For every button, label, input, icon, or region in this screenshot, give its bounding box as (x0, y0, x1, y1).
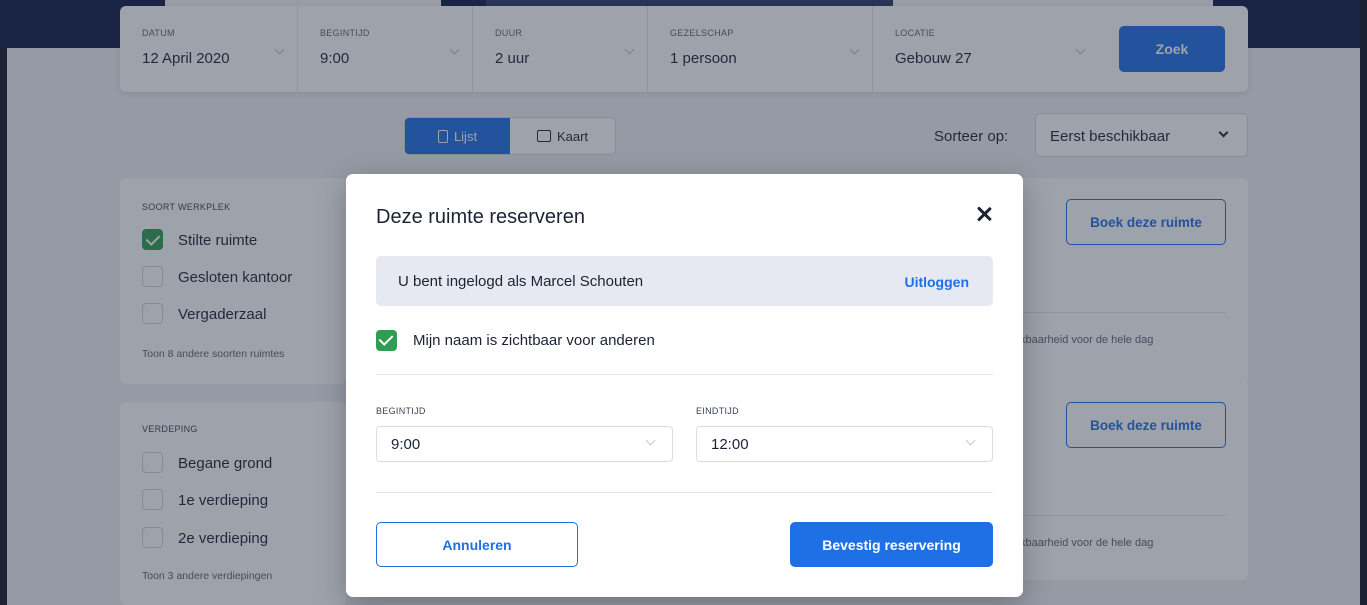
start-time-value: 9:00 (391, 436, 421, 453)
window-edge-left (0, 48, 7, 605)
name-visible-label: Mijn naam is zichtbaar voor anderen (413, 332, 655, 349)
reservation-modal: Deze ruimte reserveren U bent ingelogd a… (346, 174, 1023, 597)
window-edge-right (1360, 0, 1367, 605)
login-info-text: U bent ingelogd als Marcel Schouten (398, 273, 644, 290)
name-visible-checkbox[interactable] (376, 330, 397, 351)
close-icon[interactable] (974, 204, 994, 224)
chevron-down-icon (965, 435, 976, 446)
start-time-label: BEGINTIJD (376, 406, 426, 416)
end-time-label: EINDTIJD (696, 406, 739, 416)
chevron-down-icon (645, 435, 656, 446)
end-time-select[interactable]: 12:00 (696, 426, 993, 462)
login-info-bar: U bent ingelogd als Marcel Schouten Uitl… (376, 256, 993, 306)
modal-divider (376, 374, 993, 375)
logout-link[interactable]: Uitloggen (904, 274, 969, 290)
cancel-button[interactable]: Annuleren (376, 522, 578, 567)
confirm-reservation-button[interactable]: Bevestig reservering (790, 522, 993, 567)
modal-title: Deze ruimte reserveren (376, 206, 585, 228)
end-time-value: 12:00 (711, 436, 749, 453)
start-time-select[interactable]: 9:00 (376, 426, 673, 462)
modal-divider (376, 492, 993, 493)
